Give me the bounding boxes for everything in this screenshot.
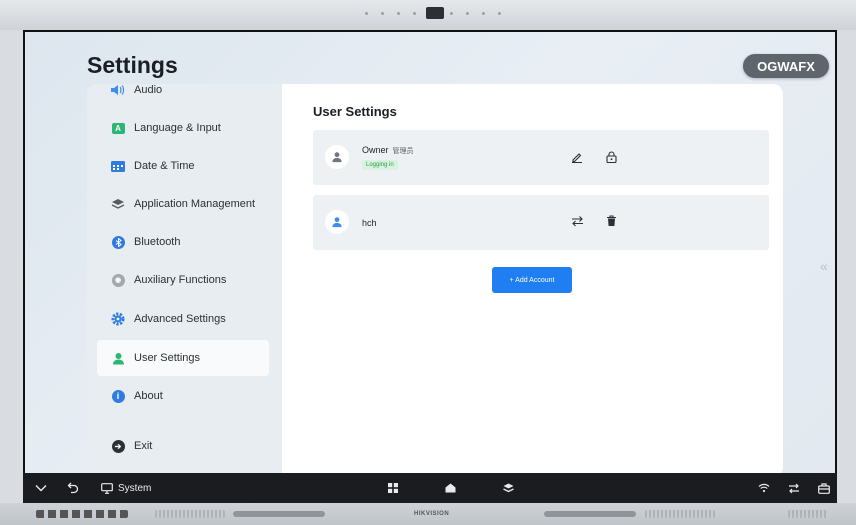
user-row-hch[interactable]: hch [313, 195, 769, 250]
avatar [325, 210, 349, 234]
sidebar-item-user-settings[interactable]: User Settings [97, 340, 269, 376]
pen-slot-right [544, 511, 636, 517]
collapse-panel-icon[interactable]: « [820, 258, 828, 274]
sidebar-item-exit[interactable]: ➔ Exit [97, 428, 269, 464]
user-icon [332, 152, 342, 163]
gear-icon [110, 311, 126, 327]
chevron-down-icon[interactable] [35, 481, 47, 495]
user-name: hch [362, 218, 377, 228]
camera-icon [426, 7, 444, 19]
bluetooth-icon [110, 234, 126, 250]
avatar [325, 145, 349, 169]
sidebar-item-label: Exit [134, 440, 153, 452]
user-icon [110, 350, 126, 366]
user-row-owner[interactable]: Owner 管理员 Logging in [313, 130, 769, 185]
button-panel [788, 510, 828, 518]
edit-icon[interactable] [570, 150, 584, 164]
lock-icon[interactable] [604, 150, 618, 164]
user-name-text: Owner [362, 145, 389, 155]
sidebar-item-label: Audio [134, 84, 163, 96]
user-role: 管理员 [392, 148, 414, 155]
toolbox-icon[interactable] [818, 481, 830, 495]
content-area: User Settings Owner 管理员 Logging in hch +… [282, 84, 783, 475]
sidebar: Audio A Language & Input Date & Time App… [87, 84, 282, 475]
sidebar-item-audio[interactable]: Audio [97, 84, 269, 108]
sidebar-item-about[interactable]: i About [97, 378, 269, 414]
monitor-icon [101, 482, 113, 494]
sidebar-item-label: Date & Time [134, 160, 195, 172]
add-account-button[interactable]: + Add Account [492, 267, 572, 293]
sidebar-item-label: Advanced Settings [134, 313, 226, 325]
sidebar-item-label: Application Management [134, 198, 256, 210]
home-icon[interactable] [445, 481, 456, 495]
screen: Settings OGWAFX Audio A Language & Input… [23, 30, 837, 475]
sidebar-item-label: Language & Input [134, 122, 221, 134]
transfer-icon[interactable] [788, 481, 800, 495]
status-badge: Logging in [362, 160, 398, 170]
sidebar-item-label: Bluetooth [134, 236, 181, 248]
monitor-bottom-bezel: HIKVISION [0, 503, 856, 525]
speaker-grille-right [645, 510, 715, 518]
language-icon: A [110, 120, 126, 136]
monitor-top-bezel [0, 0, 856, 30]
speaker-icon [110, 84, 126, 98]
sidebar-item-date-time[interactable]: Date & Time [97, 148, 269, 184]
pen-slot-left [233, 511, 325, 517]
sidebar-item-bluetooth[interactable]: Bluetooth [97, 224, 269, 260]
auxiliary-icon: ◉ [110, 272, 126, 288]
wifi-icon[interactable] [758, 481, 770, 495]
port-indicators [36, 510, 128, 518]
calendar-icon [110, 158, 126, 174]
brand-logo: HIKVISION [414, 511, 450, 517]
delete-icon[interactable] [604, 214, 618, 228]
sidebar-item-auxiliary-functions[interactable]: ◉ Auxiliary Functions [97, 262, 269, 298]
layers-icon[interactable] [503, 481, 514, 495]
account-chip[interactable]: OGWAFX [743, 54, 829, 78]
sidebar-item-label: User Settings [134, 352, 201, 364]
layers-icon [110, 196, 126, 212]
user-name: Owner 管理员 [362, 145, 414, 156]
sidebar-item-application-management[interactable]: Application Management [97, 186, 269, 222]
user-icon [332, 217, 342, 228]
back-icon[interactable] [67, 481, 79, 495]
sidebar-item-advanced-settings[interactable]: Advanced Settings [97, 301, 269, 337]
user-name-text: hch [362, 218, 377, 228]
speaker-grille-left [155, 510, 225, 518]
exit-icon: ➔ [110, 438, 126, 454]
info-icon: i [110, 388, 126, 404]
sidebar-item-label: Auxiliary Functions [134, 274, 227, 286]
system-label: System [118, 482, 152, 494]
system-button[interactable]: System [101, 481, 151, 495]
apps-grid-icon[interactable] [388, 481, 398, 495]
sidebar-item-label: About [134, 390, 163, 402]
taskbar: System [23, 473, 837, 503]
page-title: Settings [87, 52, 178, 78]
settings-panel: Audio A Language & Input Date & Time App… [87, 84, 783, 475]
section-title: User Settings [313, 104, 397, 119]
sidebar-item-language[interactable]: A Language & Input [97, 110, 269, 146]
switch-icon[interactable] [570, 214, 584, 228]
